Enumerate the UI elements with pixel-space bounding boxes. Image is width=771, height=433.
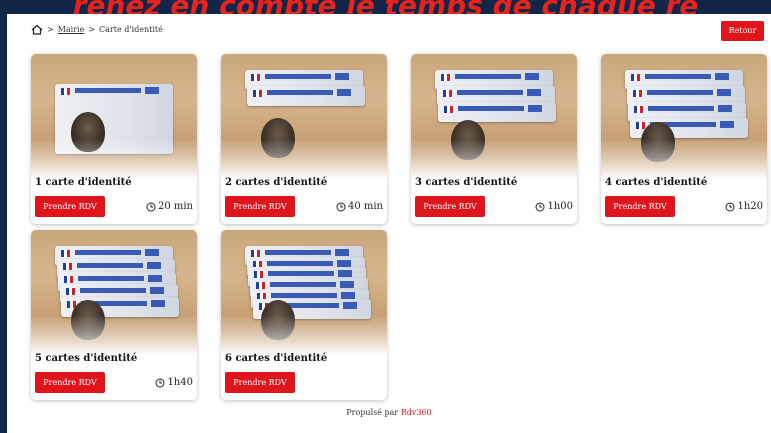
service-card: 4 cartes d'identité Prendre RDV 1h20 [601, 54, 767, 224]
duration-value: 1h40 [167, 377, 193, 388]
duration-value: 20 min [157, 201, 193, 212]
book-appointment-button[interactable]: Prendre RDV [225, 372, 295, 393]
duration-label: 20 min [146, 201, 193, 212]
clock-icon [336, 202, 346, 211]
book-appointment-button[interactable]: Prendre RDV [605, 196, 675, 217]
footer-prefix: Propulsé par [346, 408, 399, 417]
clock-icon [535, 202, 545, 211]
breadcrumb-current: Carte d'identité [99, 25, 163, 34]
clock-icon [725, 202, 735, 211]
footer: Propulsé par Rdv360 [7, 408, 771, 417]
book-appointment-button[interactable]: Prendre RDV [225, 196, 295, 217]
breadcrumb-separator: > [88, 25, 96, 34]
duration-label: 1h00 [535, 201, 573, 212]
footer-brand-link[interactable]: Rdv360 [401, 408, 432, 417]
back-button[interactable]: Retour [721, 21, 764, 41]
service-card: 1 carte d'identité Prendre RDV 20 min [31, 54, 197, 224]
card-title: 5 cartes d'identité [35, 353, 138, 364]
duration-label: 40 min [336, 201, 383, 212]
duration-value: 1h20 [737, 201, 763, 212]
clock-icon [146, 202, 156, 211]
duration-label: 1h40 [155, 377, 193, 388]
id-card-illustration [438, 102, 556, 122]
home-icon[interactable] [31, 24, 43, 35]
book-appointment-button[interactable]: Prendre RDV [35, 372, 105, 393]
duration-label: 1h20 [725, 201, 763, 212]
id-card-illustration [246, 86, 365, 106]
book-appointment-button[interactable]: Prendre RDV [35, 196, 105, 217]
breadcrumb-separator: > [47, 25, 54, 34]
breadcrumb-link-mairie[interactable]: Mairie [58, 25, 85, 34]
breadcrumb: > Mairie > Carte d'identité [31, 24, 163, 35]
service-card: 2 cartes d'identité Prendre RDV 40 min [221, 54, 387, 224]
duration-value: 40 min [347, 201, 383, 212]
book-appointment-button[interactable]: Prendre RDV [415, 196, 485, 217]
service-card: 5 cartes d'identité Prendre RDV 1h40 [31, 230, 197, 400]
service-card: 6 cartes d'identité Prendre RDV [221, 230, 387, 400]
card-title: 6 cartes d'identité [225, 353, 328, 364]
card-title: 2 cartes d'identité [225, 177, 328, 188]
card-title: 3 cartes d'identité [415, 177, 518, 188]
service-card: 3 cartes d'identité Prendre RDV 1h00 [411, 54, 577, 224]
card-title: 1 carte d'identité [35, 177, 132, 188]
duration-value: 1h00 [547, 201, 573, 212]
clock-icon [155, 378, 165, 387]
main-panel: > Mairie > Carte d'identité Retour 1 car… [7, 14, 771, 433]
card-title: 4 cartes d'identité [605, 177, 708, 188]
